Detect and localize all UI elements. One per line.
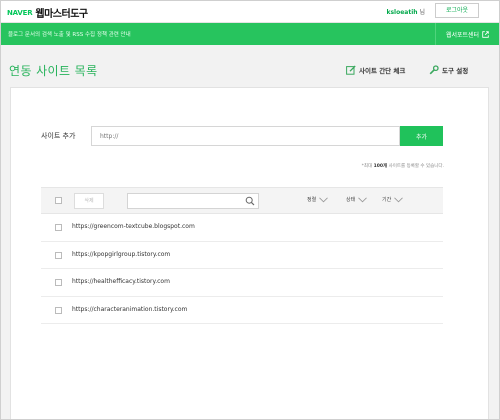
page-header: 연동 사이트 목록 사이트 간단 체크 도구 설정 (1, 45, 499, 89)
hint-prefix: *최대 (361, 164, 373, 169)
wrench-icon (429, 65, 439, 75)
site-url-input[interactable] (91, 126, 400, 146)
top-bar: NAVER 웹마스터도구 ksloeatih 님 로그아웃 (1, 1, 499, 23)
add-limit-hint: *최대 100개 사이트를 등록할 수 있습니다. (362, 163, 444, 169)
add-site-label: 사이트 추가 (41, 132, 76, 140)
notice-banner: 블로그 문서의 검색 노출 및 RSS 수집 정책 관련 안내 웹서포트센터 (1, 23, 499, 45)
site-checkbox[interactable] (55, 279, 62, 286)
site-list: https://greencom-textcube.blogspot.com h… (41, 214, 443, 324)
support-center-link[interactable]: 웹서포트센터 (435, 23, 499, 45)
add-site-row: 사이트 추가 추가 (41, 126, 443, 146)
logo[interactable]: NAVER 웹마스터도구 (7, 5, 88, 21)
site-check-label: 사이트 간단 체크 (359, 67, 406, 75)
hint-count: 100개 (373, 164, 388, 169)
user-suffix: 님 (419, 9, 425, 16)
period-dropdown[interactable]: 기간 (382, 196, 404, 203)
period-label: 기간 (382, 197, 392, 203)
naver-logo: NAVER (7, 8, 33, 17)
sort-label: 정렬 (307, 197, 317, 203)
service-name: 웹마스터도구 (35, 9, 88, 20)
chevron-down-icon (319, 196, 329, 202)
site-row: https://kpopgirlgroup.tistory.com (41, 242, 443, 269)
tool-settings-label: 도구 설정 (442, 67, 469, 75)
site-link[interactable]: https://healthefficacy.tistory.com (72, 278, 170, 285)
site-checkbox[interactable] (55, 251, 62, 259)
site-row: https://characteranimation.tistory.com (41, 297, 443, 324)
add-site-button[interactable]: 추가 (400, 126, 443, 146)
site-row: https://healthefficacy.tistory.com (41, 269, 443, 297)
support-center-label: 웹서포트센터 (445, 31, 480, 39)
site-link[interactable]: https://characteranimation.tistory.com (72, 306, 187, 313)
user-id: ksloeatih (386, 9, 418, 16)
list-toolbar: 삭제 정렬 상태 기간 (41, 187, 443, 214)
site-checkbox[interactable] (55, 224, 62, 231)
site-check-button[interactable]: 사이트 간단 체크 (346, 65, 405, 75)
user-info: ksloeatih 님 (386, 7, 425, 16)
site-link[interactable]: https://greencom-textcube.blogspot.com (72, 223, 195, 230)
site-row: https://greencom-textcube.blogspot.com (41, 214, 443, 242)
search-icon[interactable] (245, 196, 255, 206)
status-dropdown[interactable]: 상태 (346, 196, 368, 203)
site-checkbox[interactable] (55, 306, 62, 314)
chevron-down-icon (358, 196, 368, 202)
sort-dropdown[interactable]: 정렬 (307, 196, 329, 203)
status-label: 상태 (346, 197, 356, 203)
app-window: NAVER 웹마스터도구 ksloeatih 님 로그아웃 블로그 문서의 검색… (0, 0, 500, 420)
tool-settings-button[interactable]: 도구 설정 (429, 65, 468, 75)
external-link-icon (482, 30, 489, 38)
select-all-checkbox[interactable] (55, 197, 62, 204)
page-title: 연동 사이트 목록 (9, 64, 98, 78)
site-search-input[interactable] (127, 193, 259, 209)
chevron-down-icon (394, 196, 404, 202)
notice-text[interactable]: 블로그 문서의 검색 노출 및 RSS 수집 정책 관련 안내 (8, 30, 131, 38)
site-panel: 사이트 추가 추가 *최대 100개 사이트를 등록할 수 있습니다. 삭제 정… (10, 87, 489, 419)
hint-suffix: 사이트를 등록할 수 있습니다. (388, 164, 444, 169)
site-link[interactable]: https://kpopgirlgroup.tistory.com (72, 251, 170, 258)
delete-button[interactable]: 삭제 (74, 193, 104, 209)
logout-button[interactable]: 로그아웃 (435, 3, 479, 18)
check-edit-icon (346, 65, 356, 75)
